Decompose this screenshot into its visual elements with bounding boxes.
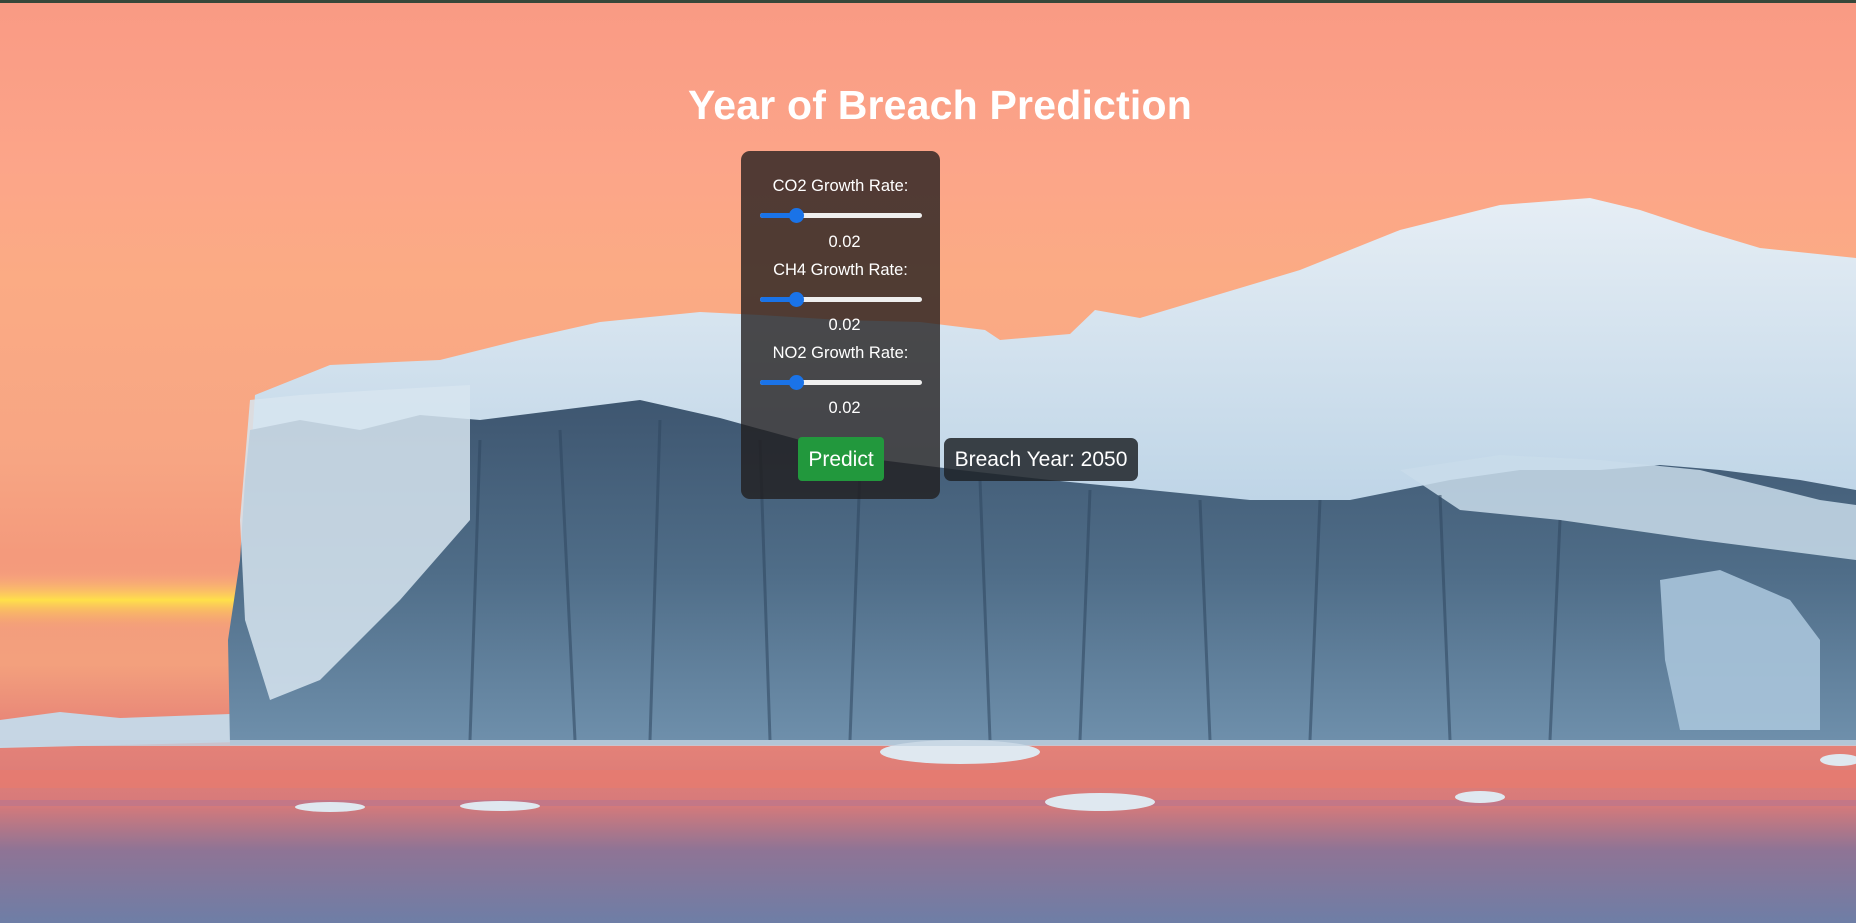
no2-slider-thumb[interactable] — [789, 375, 804, 390]
no2-label: NO2 Growth Rate: — [772, 344, 909, 362]
sun-glow — [0, 570, 260, 630]
no2-value: 0.02 — [828, 399, 861, 417]
co2-label: CO2 Growth Rate: — [772, 177, 909, 195]
page-title: Year of Breach Prediction — [687, 82, 1192, 128]
co2-slider[interactable] — [760, 208, 922, 224]
water — [0, 740, 1856, 923]
page: Year of Breach Prediction CO2 Growth Rat… — [0, 0, 1856, 923]
co2-slider-thumb[interactable] — [789, 208, 804, 223]
predict-button[interactable]: Predict — [798, 437, 884, 481]
no2-slider[interactable] — [760, 375, 922, 391]
ch4-slider[interactable] — [760, 292, 922, 308]
breach-year-result: Breach Year: 2050 — [944, 438, 1138, 481]
ch4-label: CH4 Growth Rate: — [773, 261, 908, 279]
ch4-slider-thumb[interactable] — [789, 292, 804, 307]
ch4-value: 0.02 — [828, 316, 861, 334]
co2-value: 0.02 — [828, 233, 861, 251]
input-panel: CO2 Growth Rate: 0.02 CH4 Growth Rate: 0… — [741, 151, 940, 499]
